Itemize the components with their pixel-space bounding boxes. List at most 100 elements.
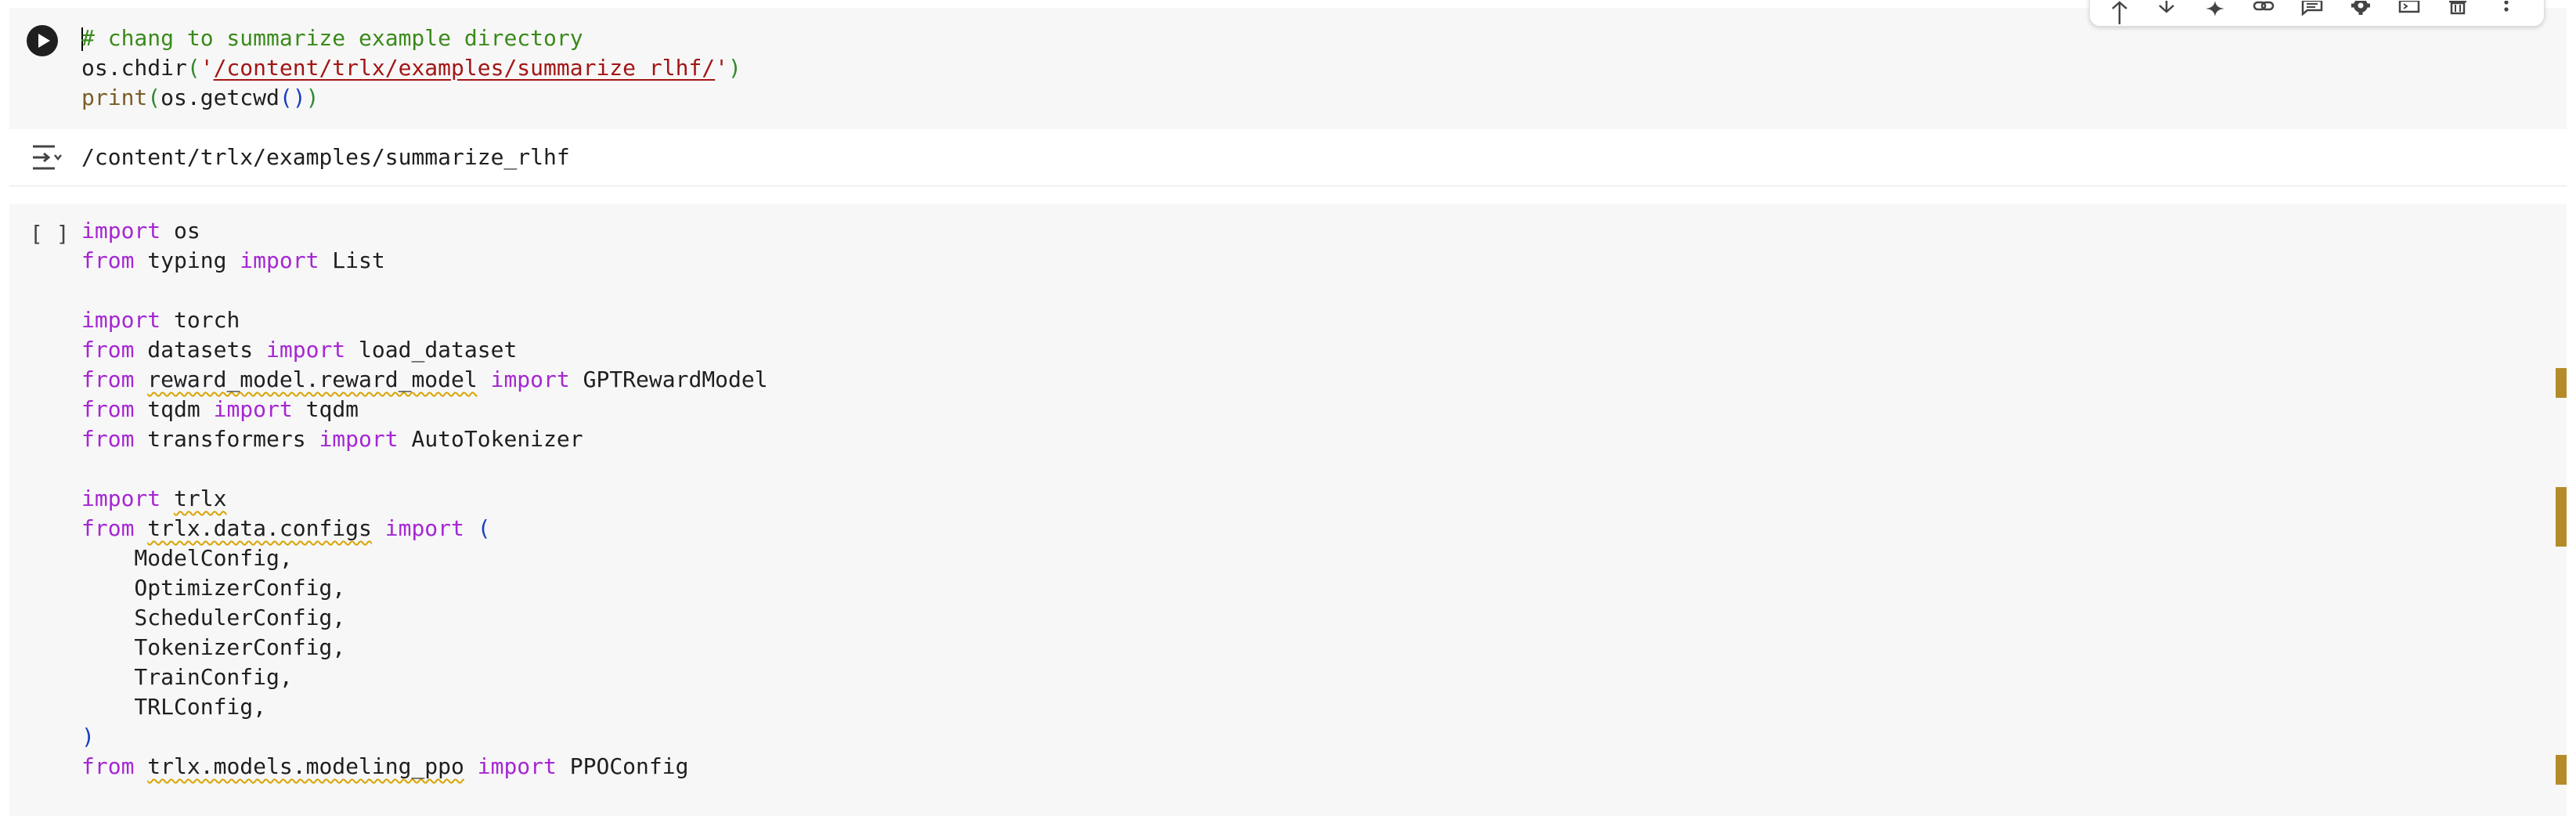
code-line[interactable]: import torch <box>81 305 2520 335</box>
code-token: TrainConfig, <box>81 664 293 690</box>
delete-cell-button[interactable] <box>2442 1 2473 24</box>
code-token: GPTRewardModel <box>569 366 768 392</box>
code-token: SchedulerConfig, <box>81 605 346 630</box>
code-line[interactable]: from reward_model.reward_model import GP… <box>81 365 2520 395</box>
code-editor[interactable]: import os from typing import List import … <box>81 216 2520 782</box>
code-line[interactable]: import os <box>81 216 2520 246</box>
cell-settings-button[interactable] <box>2345 1 2376 24</box>
execution-count[interactable]: [ ] <box>30 221 70 247</box>
gear-icon <box>2351 1 2370 15</box>
copy-link-button[interactable] <box>2248 1 2279 24</box>
code-token: ) <box>728 55 741 81</box>
code-token: from <box>81 247 135 273</box>
code-cell-imports[interactable]: [ ] import os from typing import List imp… <box>9 204 2567 816</box>
code-token: trlx <box>174 486 227 511</box>
code-token: ' <box>715 55 729 81</box>
code-line[interactable] <box>81 454 2520 484</box>
code-token: import <box>81 486 161 511</box>
code-line[interactable]: from trlx.models.modeling_ppo import PPO… <box>81 752 2520 782</box>
change-marker <box>2556 755 2567 785</box>
notebook-page: # chang to summarize example directory os… <box>0 0 2576 816</box>
code-line[interactable]: from datasets import load_dataset <box>81 335 2520 365</box>
play-icon <box>38 34 50 48</box>
code-token: import <box>384 515 464 541</box>
code-line[interactable]: SchedulerConfig, <box>81 603 2520 633</box>
code-line[interactable]: ModelConfig, <box>81 543 2520 573</box>
move-up-icon <box>2112 1 2127 24</box>
code-token: ( <box>186 55 200 81</box>
code-token: # chang to summarize example directory <box>81 25 583 51</box>
sparkle-icon <box>2206 1 2224 16</box>
code-line[interactable]: import trlx <box>81 484 2520 514</box>
link-icon <box>2253 1 2275 11</box>
code-token: import <box>213 396 293 422</box>
code-token: typing <box>134 247 240 273</box>
code-token: load_dataset <box>345 337 518 363</box>
code-line[interactable]: ) <box>81 722 2520 752</box>
change-marker <box>2556 487 2567 547</box>
code-token: from <box>81 426 135 452</box>
code-token: ) <box>81 724 95 749</box>
code-token: datasets <box>134 337 267 363</box>
code-line[interactable]: from trlx.data.configs import ( <box>81 514 2520 543</box>
code-token: ) <box>305 85 319 110</box>
code-token: import <box>490 366 570 392</box>
more-vert-icon <box>2504 1 2509 12</box>
mirror-cell-button[interactable] <box>2394 1 2425 24</box>
run-cell-button[interactable] <box>27 25 58 56</box>
code-token: from <box>81 396 135 422</box>
move-cell-up-button[interactable] <box>2104 1 2135 24</box>
code-line[interactable]: TrainConfig, <box>81 663 2520 692</box>
code-line[interactable]: from typing import List <box>81 246 2520 276</box>
code-line[interactable]: print(os.getcwd()) <box>81 83 2520 113</box>
code-token: import <box>81 307 161 333</box>
delete-icon <box>2449 1 2466 15</box>
code-token: ( <box>477 515 491 541</box>
code-line[interactable]: from tqdm import tqdm <box>81 395 2520 424</box>
code-token: trlx.models.modeling_ppo <box>147 753 464 779</box>
code-token: ' <box>200 55 214 81</box>
code-token: () <box>279 85 306 110</box>
move-cell-down-button[interactable] <box>2151 1 2182 24</box>
code-token: os <box>161 218 200 244</box>
code-token: TokenizerConfig, <box>81 634 346 660</box>
output-toggle-icon[interactable] <box>31 143 63 172</box>
code-token: import <box>319 426 399 452</box>
code-line[interactable]: OptimizerConfig, <box>81 573 2520 603</box>
code-line[interactable] <box>81 276 2520 305</box>
code-token: from <box>81 337 135 363</box>
code-line[interactable]: # chang to summarize example directory <box>81 23 2520 53</box>
code-line[interactable]: TRLConfig, <box>81 692 2520 722</box>
move-down-icon <box>2159 1 2174 13</box>
code-line[interactable]: TokenizerConfig, <box>81 633 2520 663</box>
code-token: print <box>81 85 148 110</box>
code-token: AutoTokenizer <box>398 426 583 452</box>
code-token: import <box>81 218 161 244</box>
code-line[interactable]: os.chdir('/content/trlx/examples/summari… <box>81 53 2520 83</box>
code-token: from <box>81 753 135 779</box>
code-token: ModelConfig, <box>81 545 293 571</box>
code-line[interactable]: from transformers import AutoTokenizer <box>81 424 2520 454</box>
code-token: ( <box>147 85 161 110</box>
gemini-button[interactable] <box>2199 1 2231 24</box>
code-token: PPOConfig <box>556 753 689 779</box>
comment-icon <box>2301 1 2323 16</box>
code-token: TRLConfig, <box>81 694 267 720</box>
code-token: import <box>240 247 319 273</box>
code-token: /content/trlx/examples/summarize_rlhf/ <box>213 55 716 81</box>
code-editor[interactable]: # chang to summarize example directory os… <box>81 23 2520 113</box>
change-marker <box>2556 368 2567 398</box>
code-token: from <box>81 515 135 541</box>
code-token: tqdm <box>292 396 359 422</box>
more-actions-button[interactable] <box>2491 1 2522 24</box>
code-token: import <box>477 753 557 779</box>
add-comment-button[interactable] <box>2296 1 2328 24</box>
code-token: os.chdir <box>81 55 187 81</box>
